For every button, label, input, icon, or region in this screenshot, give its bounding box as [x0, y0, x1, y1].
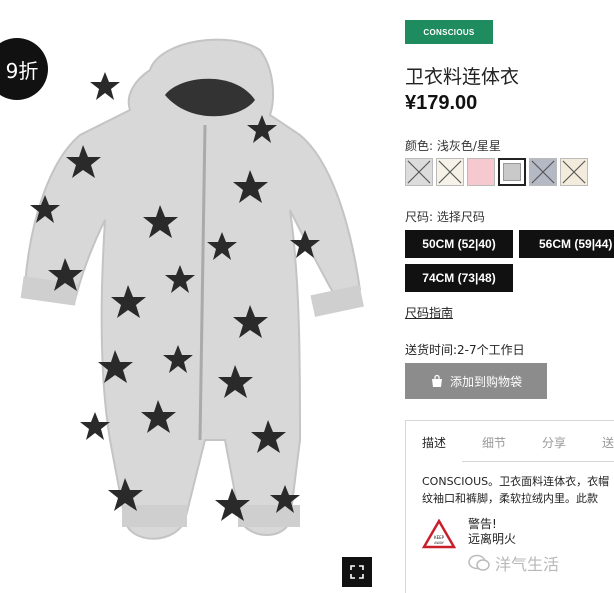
warning-text: 警告! 远离明火: [468, 517, 516, 547]
tab-details[interactable]: 细节: [482, 434, 506, 451]
product-details-panel: CONSCIOUS 卫衣料连体衣 ¥179.00 颜色: 浅灰色/星星 尺码: …: [405, 0, 614, 593]
active-tab-indicator: [406, 460, 462, 462]
watermark-text: 洋气生活: [495, 555, 560, 574]
watermark: 洋气生活: [468, 551, 559, 575]
warning-title: 警告!: [468, 517, 497, 531]
color-swatch-4[interactable]: [498, 158, 526, 186]
size-label: 尺码: 选择尺码: [405, 210, 485, 224]
add-to-bag-label: 添加到购物袋: [449, 374, 522, 389]
svg-text:KEEP: KEEP: [434, 535, 445, 540]
delivery-time: 送货时间:2-7个工作日: [405, 343, 525, 357]
size-option-56cm[interactable]: 56CM (59|44): [519, 230, 614, 258]
warning-message: 远离明火: [468, 532, 517, 546]
product-price: ¥179.00: [405, 92, 478, 114]
svg-text:AWAY: AWAY: [434, 541, 445, 545]
color-swatch-5[interactable]: [529, 158, 557, 186]
fire-warning-icon: KEEP AWAY: [422, 519, 456, 549]
size-guide-link[interactable]: 尺码指南: [405, 304, 453, 321]
tab-description[interactable]: 描述: [422, 434, 446, 451]
color-swatch-1[interactable]: [405, 158, 433, 186]
size-option-74cm[interactable]: 74CM (73|48): [405, 264, 513, 292]
add-to-bag-button[interactable]: 添加到购物袋: [405, 363, 547, 399]
selected-swatch-inner: [503, 163, 521, 181]
color-swatches: [405, 158, 588, 186]
conscious-tag: CONSCIOUS: [405, 20, 493, 44]
color-swatch-6[interactable]: [560, 158, 588, 186]
expand-image-button[interactable]: [342, 557, 372, 587]
wechat-icon: [468, 554, 490, 571]
unavailable-cross-icon: [562, 160, 586, 184]
description-text: CONSCIOUS。卫衣面料连体衣，衣帽 纹袖口和裤脚，柔软拉绒内里。此款: [422, 473, 609, 507]
color-swatch-3[interactable]: [467, 158, 495, 186]
unavailable-cross-icon: [407, 160, 431, 184]
shopping-bag-icon: [431, 374, 442, 387]
description-line-2: 纹袖口和裤脚，柔软拉绒内里。此款: [422, 492, 598, 505]
romper-illustration: [20, 38, 364, 540]
description-line-1: CONSCIOUS。卫衣面料连体衣，衣帽: [422, 475, 610, 488]
unavailable-cross-icon: [438, 160, 462, 184]
size-option-50cm[interactable]: 50CM (52|40): [405, 230, 513, 258]
tab-share[interactable]: 分享: [542, 434, 566, 451]
color-label: 颜色: 浅灰色/星星: [405, 139, 501, 153]
tab-delivery[interactable]: 送: [602, 434, 614, 451]
expand-icon: [350, 565, 364, 579]
product-image[interactable]: 9折: [0, 0, 390, 593]
unavailable-cross-icon: [531, 160, 555, 184]
product-title: 卫衣料连体衣: [405, 66, 520, 88]
color-swatch-2[interactable]: [436, 158, 464, 186]
tab-bar: 描述 细节 分享 送: [406, 421, 614, 462]
